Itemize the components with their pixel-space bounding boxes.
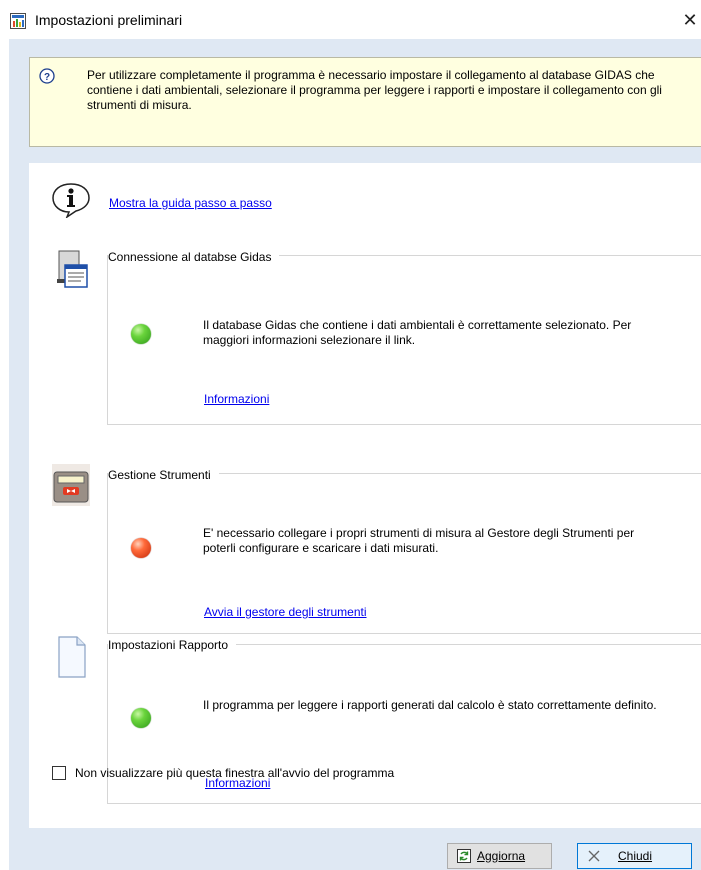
document-icon [58, 636, 86, 678]
svg-text:?: ? [44, 72, 50, 83]
info-banner: ? Per utilizzare completamente il progra… [29, 57, 701, 147]
app-icon [10, 13, 26, 29]
dont-show-again-checkbox[interactable] [52, 766, 66, 780]
section-description: Il database Gidas che contiene i dati am… [203, 318, 632, 347]
refresh-button[interactable]: Aggiorna [447, 843, 552, 869]
close-button[interactable]: Chiudi [577, 843, 692, 869]
dialog-window: Impostazioni preliminari ✕ ? Per utilizz… [0, 0, 701, 870]
section-title: Impostazioni Rapporto [108, 638, 237, 652]
refresh-button-label: Aggiorna [477, 849, 526, 863]
database-server-icon [57, 250, 88, 288]
instrument-icon [52, 464, 90, 506]
guide-link[interactable]: Mostra la guida passo a passo [109, 196, 272, 210]
info-icon [52, 183, 90, 218]
close-button-label: Chiudi [618, 849, 653, 863]
section-description: E' necessario collegare i propri strumen… [203, 526, 635, 555]
start-instrument-manager-link[interactable]: Avvia il gestore degli strumenti [204, 605, 367, 619]
title-bar: Impostazioni preliminari ✕ [0, 0, 701, 39]
status-error-indicator [131, 538, 151, 558]
report-groupbox [107, 644, 701, 804]
client-area: ? Per utilizzare completamente il progra… [9, 39, 701, 870]
window-title: Impostazioni preliminari [35, 12, 183, 28]
setup-panel: Mostra la guida passo a passo Connession… [29, 163, 701, 828]
section-title: Gestione Strumenti [108, 468, 219, 482]
help-icon: ? [39, 68, 55, 84]
section-title: Connessione al databse Gidas [108, 250, 280, 264]
close-window-button[interactable]: ✕ [678, 8, 701, 32]
info-link[interactable]: Informazioni [204, 392, 269, 406]
close-icon [588, 850, 600, 862]
checkbox-label: Non visualizzare più questa finestra all… [75, 766, 395, 780]
refresh-icon [457, 849, 471, 863]
status-ok-indicator [131, 708, 151, 728]
section-description: Il programma per leggere i rapporti gene… [203, 698, 657, 712]
status-ok-indicator [131, 324, 151, 344]
banner-text: Per utilizzare completamente il programm… [87, 68, 662, 112]
